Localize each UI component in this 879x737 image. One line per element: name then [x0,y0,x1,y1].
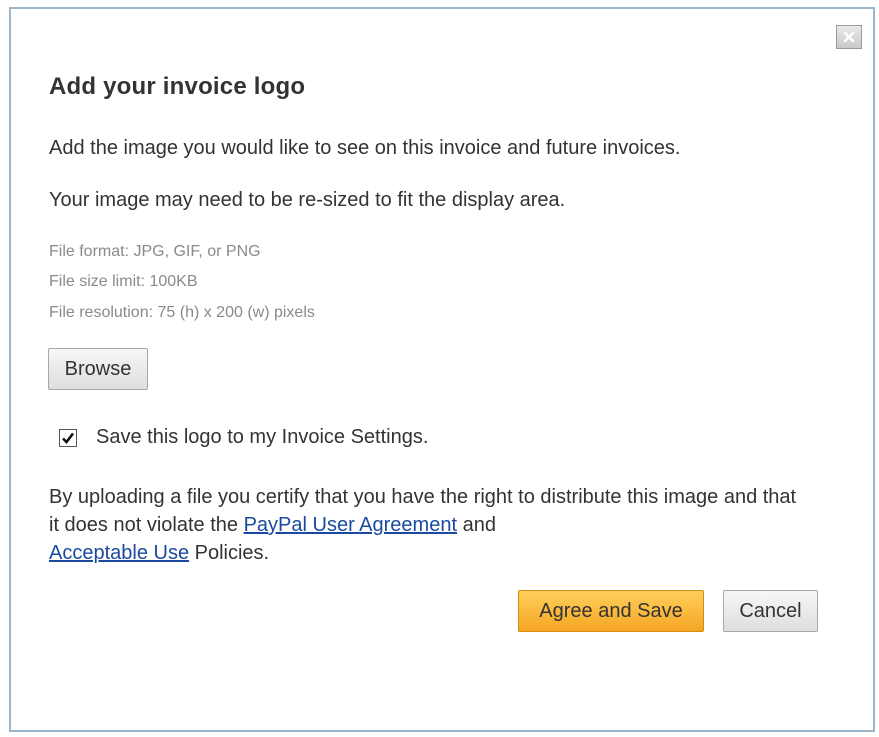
user-agreement-link[interactable]: PayPal User Agreement [244,514,457,536]
browse-button[interactable]: Browse [48,348,148,390]
cancel-button[interactable]: Cancel [723,590,818,632]
agree-and-save-button[interactable]: Agree and Save [518,590,704,632]
resize-note: Your image may need to be re-sized to fi… [49,189,566,211]
file-resolution-requirement: File resolution: 75 (h) x 200 (w) pixels [49,304,315,321]
acceptable-use-link[interactable]: Acceptable Use [49,542,189,564]
dialog-title: Add your invoice logo [49,73,306,100]
intro-text: Add the image you would like to see on t… [49,137,681,159]
save-logo-checkbox[interactable] [59,428,77,447]
file-size-requirement: File size limit: 100KB [49,273,198,290]
terms-text-middle: and [457,514,496,536]
file-format-requirement: File format: JPG, GIF, or PNG [49,243,261,260]
invoice-logo-dialog: Add your invoice logo Add the image you … [9,7,875,732]
upload-terms: By uploading a file you certify that you… [49,483,809,567]
save-logo-option: Save this logo to my Invoice Settings. [59,426,428,449]
terms-text-after: Policies. [189,542,270,564]
checkmark-icon [62,432,75,444]
close-button[interactable] [836,25,862,49]
save-logo-label[interactable]: Save this logo to my Invoice Settings. [96,426,428,449]
close-x-icon [843,31,855,43]
